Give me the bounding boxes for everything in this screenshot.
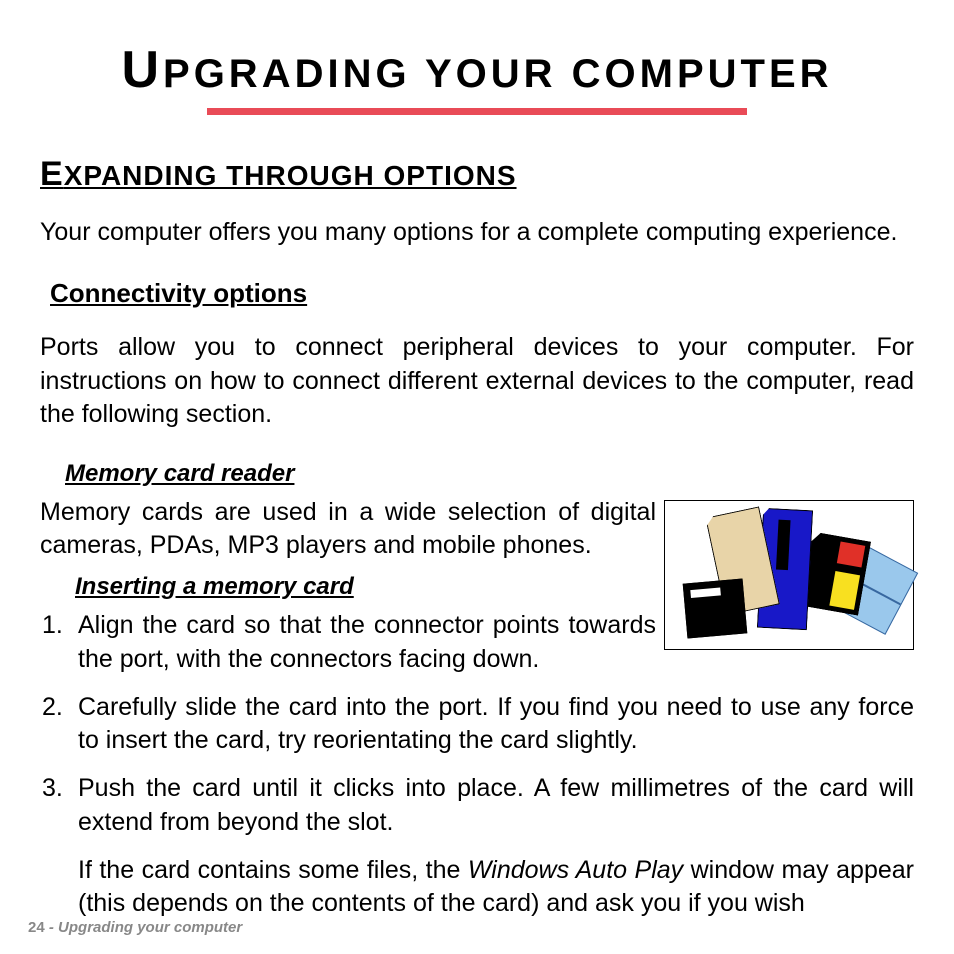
section-expanding-heading: EXPANDING THROUGH OPTIONS [40, 155, 914, 194]
section-dropcap: E [40, 155, 64, 193]
page-title: UPGRADING YOUR COMPUTER [40, 40, 914, 100]
followup-pre: If the card contains some files, the [78, 856, 468, 884]
memory-card-reader-heading: Memory card reader [65, 460, 914, 488]
section-heading-rest: XPANDING THROUGH OPTIONS [64, 160, 517, 191]
page-footer: 24 - Upgrading your computer [28, 919, 242, 936]
insert-steps-list: Align the card so that the connector poi… [40, 609, 914, 921]
footer-chapter: Upgrading your computer [58, 919, 242, 936]
expanding-body: Your computer offers you many options fo… [40, 216, 914, 250]
step-3-followup: If the card contains some files, the Win… [78, 854, 914, 922]
title-rest: PGRADING YOUR COMPUTER [163, 52, 833, 96]
followup-italic: Windows Auto Play [468, 856, 683, 884]
list-item: Carefully slide the card into the port. … [40, 691, 914, 759]
footer-sep: - [45, 919, 58, 936]
list-item: Push the card until it clicks into place… [40, 772, 914, 921]
connectivity-body: Ports allow you to connect peripheral de… [40, 331, 914, 432]
title-dropcap: U [121, 41, 163, 99]
connectivity-heading: Connectivity options [50, 278, 914, 309]
title-underline [207, 108, 747, 115]
step-3-text: Push the card until it clicks into place… [78, 774, 914, 836]
page-number: 24 [28, 919, 45, 936]
list-item: Align the card so that the connector poi… [40, 609, 914, 677]
memory-section: Memory card reader Memory cards are used… [40, 460, 914, 921]
